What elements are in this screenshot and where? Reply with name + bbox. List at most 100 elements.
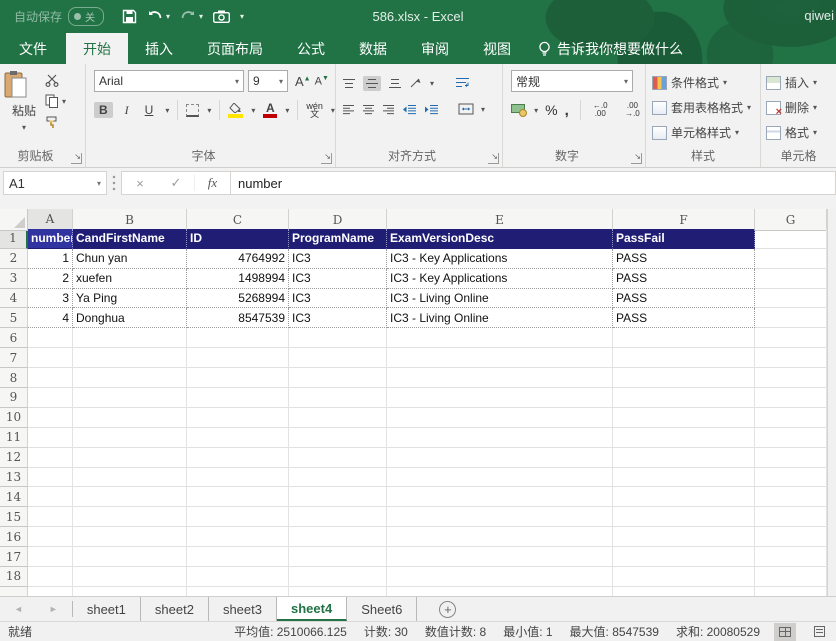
cell-C9[interactable] [187, 388, 289, 408]
paste-button[interactable]: 粘贴 ▾ [3, 70, 45, 148]
cell-D16[interactable] [289, 527, 387, 547]
borders-caret-icon[interactable]: ▾ [207, 106, 211, 115]
cell-G18[interactable] [755, 567, 827, 587]
wrap-text-button[interactable] [455, 77, 470, 89]
styles-item-1[interactable]: 条件格式▾ [652, 70, 760, 95]
cell-D3[interactable]: IC3 [289, 269, 387, 289]
font-color-button[interactable]: A [263, 103, 277, 118]
styles-item-2[interactable]: 套用表格格式▾ [652, 95, 760, 120]
cell-A10[interactable] [28, 408, 73, 428]
cell-A11[interactable] [28, 428, 73, 448]
cell-B5[interactable]: Donghua [73, 308, 187, 328]
column-header-E[interactable]: E [387, 209, 613, 231]
cell-C6[interactable] [187, 328, 289, 348]
cell-B13[interactable] [73, 468, 187, 488]
cell-G5[interactable] [755, 308, 827, 328]
row-header-14[interactable]: 14 [0, 487, 28, 507]
save-icon[interactable] [122, 9, 137, 24]
cell-B1[interactable]: CandFirstName [73, 229, 187, 249]
autosave-toggle[interactable]: 自动保存 关 [14, 7, 104, 26]
cell-E9[interactable] [387, 388, 613, 408]
row-header-6[interactable]: 6 [0, 328, 28, 348]
cell-B11[interactable] [73, 428, 187, 448]
paste-caret-icon[interactable]: ▾ [22, 123, 26, 132]
cell-D18[interactable] [289, 567, 387, 587]
cell-E14[interactable] [387, 487, 613, 507]
tab-公式[interactable]: 公式 [280, 33, 342, 64]
cell-B4[interactable]: Ya Ping [73, 289, 187, 309]
cell-E17[interactable] [387, 547, 613, 567]
cell-C13[interactable] [187, 468, 289, 488]
cell-C18[interactable] [187, 567, 289, 587]
cell-G16[interactable] [755, 527, 827, 547]
italic-button[interactable]: I [121, 102, 133, 119]
cell-D5[interactable]: IC3 [289, 308, 387, 328]
cell-C10[interactable] [187, 408, 289, 428]
cell-G3[interactable] [755, 269, 827, 289]
tab-数据[interactable]: 数据 [342, 33, 404, 64]
sheet-tab-sheet1[interactable]: sheet1 [73, 597, 141, 621]
cell-D11[interactable] [289, 428, 387, 448]
phonetic-guide-button[interactable]: wén文 [306, 102, 323, 118]
cell-E11[interactable] [387, 428, 613, 448]
cell-D13[interactable] [289, 468, 387, 488]
cell-A18[interactable] [28, 567, 73, 587]
cell-C15[interactable] [187, 507, 289, 527]
account-user-name[interactable]: qiwei [804, 8, 834, 23]
cell-F6[interactable] [613, 328, 755, 348]
row-header-15[interactable]: 15 [0, 507, 28, 527]
row-header-11[interactable]: 11 [0, 428, 28, 448]
cell-G10[interactable] [755, 408, 827, 428]
styles-item-caret-icon[interactable]: ▾ [723, 78, 727, 87]
copy-button[interactable]: ▾ [45, 94, 81, 108]
number-format-combo[interactable]: 常规▾ [511, 70, 633, 92]
merge-center-button[interactable] [458, 103, 474, 115]
cell-E6[interactable] [387, 328, 613, 348]
borders-button[interactable] [186, 104, 199, 117]
cells-item-caret-icon[interactable]: ▾ [813, 78, 817, 87]
vertical-scrollbar[interactable] [827, 209, 836, 596]
column-header-F[interactable]: F [613, 209, 755, 231]
cell-E18[interactable] [387, 567, 613, 587]
cell-F3[interactable]: PASS [613, 269, 755, 289]
formula-bar-resizer[interactable] [109, 174, 119, 192]
row-header-10[interactable]: 10 [0, 408, 28, 428]
clipboard-dialog-launcher[interactable]: ↘ [71, 153, 82, 164]
cell-E13[interactable] [387, 468, 613, 488]
alignment-dialog-launcher[interactable]: ↘ [488, 153, 499, 164]
cell-F15[interactable] [613, 507, 755, 527]
orientation-caret-icon[interactable]: ▾ [430, 79, 434, 88]
row-header-8[interactable]: 8 [0, 368, 28, 388]
row-header-17[interactable]: 17 [0, 547, 28, 567]
cell-D1[interactable]: ProgramName [289, 229, 387, 249]
row-header-3[interactable]: 3 [0, 269, 28, 289]
decrease-decimal-button[interactable]: .00 →.0 [620, 102, 645, 118]
row-header-5[interactable]: 5 [0, 308, 28, 328]
increase-indent-button[interactable] [424, 104, 439, 115]
cell-C7[interactable] [187, 348, 289, 368]
cell-G4[interactable] [755, 289, 827, 309]
column-header-G[interactable]: G [755, 209, 827, 231]
cell-E8[interactable] [387, 368, 613, 388]
cell-G6[interactable] [755, 328, 827, 348]
tab-file[interactable]: 文件 [0, 33, 66, 64]
cell-B17[interactable] [73, 547, 187, 567]
cells-item-caret-icon[interactable]: ▾ [813, 128, 817, 137]
new-sheet-button[interactable]: + [439, 601, 456, 618]
cell-C11[interactable] [187, 428, 289, 448]
column-header-B[interactable]: B [73, 209, 187, 231]
sheet-tab-sheet4[interactable]: sheet4 [277, 597, 347, 621]
name-box[interactable]: A1▾ [3, 171, 107, 195]
insert-function-button[interactable]: fx [194, 175, 230, 191]
cell-D15[interactable] [289, 507, 387, 527]
cell-D17[interactable] [289, 547, 387, 567]
cell-A17[interactable] [28, 547, 73, 567]
cell-F8[interactable] [613, 368, 755, 388]
cell-F1[interactable]: PassFail [613, 229, 755, 249]
cell-F12[interactable] [613, 448, 755, 468]
cell-B14[interactable] [73, 487, 187, 507]
column-header-D[interactable]: D [289, 209, 387, 231]
autosave-pill[interactable]: 关 [68, 7, 104, 26]
fill-color-caret-icon[interactable]: ▾ [251, 106, 255, 115]
sheet-next-icon[interactable]: ► [49, 604, 58, 614]
